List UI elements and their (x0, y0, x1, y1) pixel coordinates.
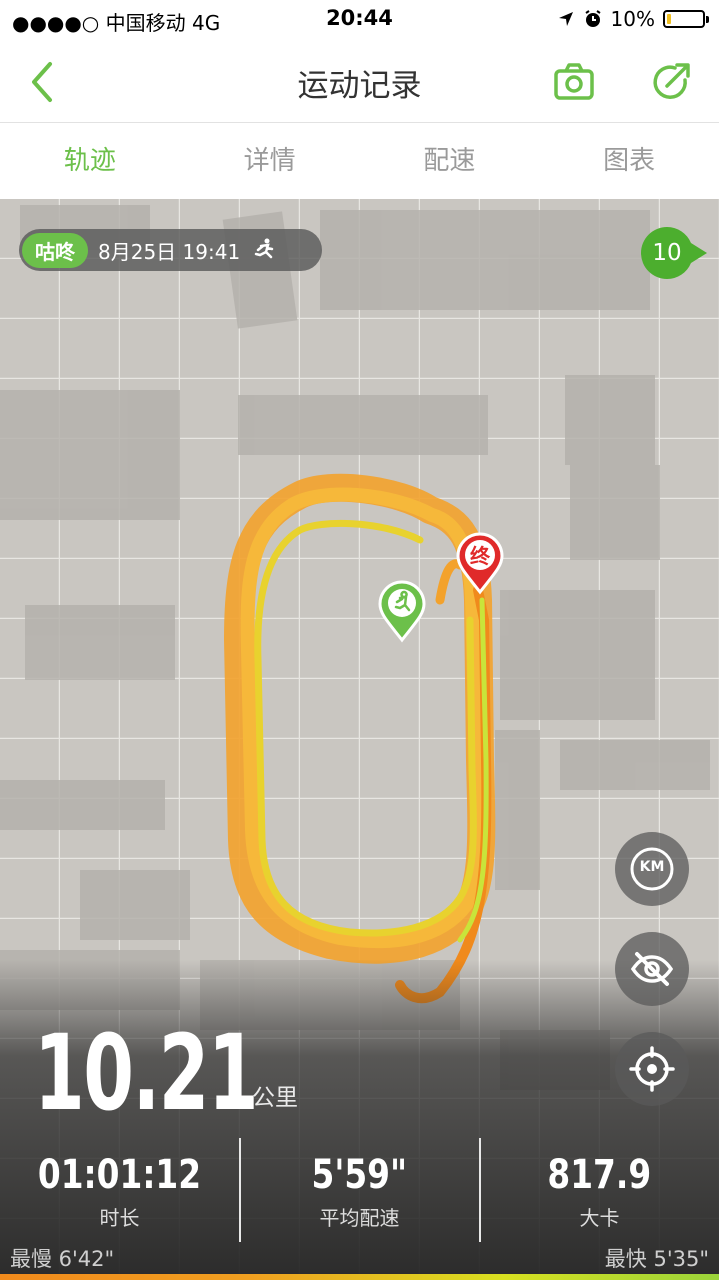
tab-pace[interactable]: 配速 (360, 123, 540, 199)
hide-toggle-button[interactable] (615, 932, 689, 1006)
duration-label: 时长 (99, 1206, 140, 1230)
slowest-pace: 最慢 6'42" (10, 1247, 115, 1271)
duration-stat: 01:01:12 时长 (0, 1152, 239, 1231)
avg-pace-label: 平均配速 (319, 1206, 400, 1230)
end-marker-label: 终 (470, 544, 490, 568)
camera-icon[interactable] (552, 60, 596, 104)
distance-value: 10.21 (34, 1012, 259, 1134)
page-title: 运动记录 (297, 68, 422, 104)
record-datetime: 8月25日 19:41 (98, 239, 241, 264)
battery-percent: 10% (610, 7, 655, 31)
tab-bar: 轨迹 详情 配速 图表 (0, 123, 719, 199)
share-icon[interactable] (649, 60, 693, 104)
calories-stat: 817.9 大卡 (480, 1152, 719, 1231)
record-info-pill: 咕咚 8月25日 19:41 (19, 229, 322, 271)
calories-label: 大卡 (579, 1206, 620, 1230)
locate-button[interactable] (615, 1032, 689, 1106)
tab-details[interactable]: 详情 (180, 123, 360, 199)
avg-pace-value: 5'59" (311, 1152, 408, 1198)
end-marker: 终 (456, 532, 504, 596)
km-count-label: 10 (652, 240, 682, 266)
km-count-badge: 10 (639, 225, 709, 281)
fastest-pace: 最快 5'35" (604, 1247, 709, 1271)
runner-icon (254, 238, 274, 259)
alarm-icon (584, 10, 601, 27)
pace-gradient-bar (0, 1274, 719, 1280)
crosshair-icon (629, 1046, 675, 1092)
km-button-label: KM (639, 859, 665, 875)
start-marker-icon (378, 580, 426, 643)
status-bar: ●●●●○ 中国移动 4G 20:44 10% (0, 0, 719, 40)
eye-off-icon (630, 952, 674, 986)
tab-charts[interactable]: 图表 (539, 123, 719, 199)
duration-value: 01:01:12 (37, 1152, 202, 1198)
battery-icon (663, 10, 709, 28)
location-arrow-icon (558, 12, 573, 26)
user-name-badge: 咕咚 (22, 232, 88, 268)
tab-track[interactable]: 轨迹 (0, 123, 180, 199)
distance-unit: 公里 (252, 1085, 298, 1111)
nav-bar: 运动记录 (0, 40, 719, 123)
pace-stat: 5'59" 平均配速 (240, 1152, 479, 1231)
calories-value: 817.9 (547, 1152, 652, 1198)
km-toggle-button[interactable]: KM (615, 832, 689, 906)
